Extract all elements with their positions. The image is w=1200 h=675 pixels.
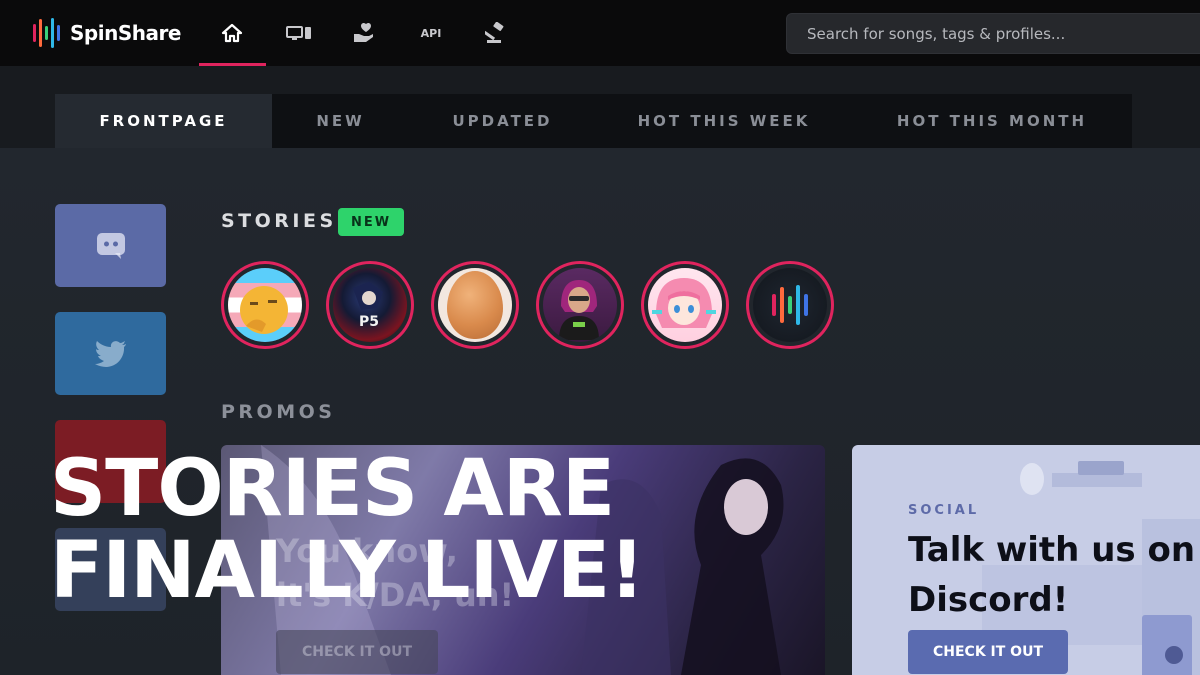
gavel-icon — [485, 22, 504, 43]
heart-hand-icon — [354, 22, 373, 42]
top-navbar: SpinShare API Search for songs, tags & p… — [0, 0, 1200, 66]
story-avatar[interactable] — [221, 261, 309, 349]
headline-overlay: STORIES ARE FINALLY LIVE! — [50, 448, 750, 612]
headline-line-2: FINALLY LIVE! — [50, 526, 645, 616]
promo-title: Talk with us on Discord! — [908, 530, 1196, 620]
devices-icon — [286, 26, 311, 40]
logo-mark-icon — [33, 18, 60, 48]
story-avatar[interactable] — [536, 261, 624, 349]
story-avatar-image — [438, 268, 512, 342]
twitter-icon — [94, 340, 126, 367]
story-avatar-image: P5 — [333, 268, 407, 342]
tab-hot-this-week[interactable]: HOT THIS WEEK — [596, 94, 852, 148]
thinking-face-icon — [240, 286, 288, 334]
new-badge: NEW — [338, 208, 404, 236]
logo-text: SpinShare — [70, 21, 181, 45]
promos-title: PROMOS — [221, 401, 336, 423]
story-avatar[interactable] — [746, 261, 834, 349]
story-avatar[interactable]: P5 — [326, 261, 414, 349]
nav-donate[interactable] — [346, 16, 382, 50]
nav-legal[interactable] — [479, 16, 515, 50]
story-avatar[interactable] — [431, 261, 519, 349]
promo-kicker: SOCIAL — [908, 503, 980, 518]
api-label: API — [420, 26, 442, 40]
discord-button[interactable] — [55, 204, 166, 287]
discord-icon — [96, 232, 125, 259]
avatar-character-icon — [559, 280, 599, 340]
story-avatar[interactable] — [641, 261, 729, 349]
story-avatar-image — [753, 268, 827, 342]
stories-title: STORIES — [221, 210, 337, 232]
promo-card-discord[interactable]: SOCIAL Talk with us on Discord! CHECK IT… — [852, 445, 1200, 675]
headline-line-1: STORIES ARE — [50, 444, 615, 534]
tab-bar: FRONTPAGE NEW UPDATED HOT THIS WEEK HOT … — [55, 94, 1132, 148]
nav-devices[interactable] — [281, 16, 317, 50]
egg-icon — [447, 271, 503, 339]
tab-new[interactable]: NEW — [272, 94, 409, 148]
nav-api[interactable]: API — [413, 16, 449, 50]
discord-check-it-out-button[interactable]: CHECK IT OUT — [908, 630, 1068, 674]
tab-frontpage[interactable]: FRONTPAGE — [55, 94, 272, 148]
search-placeholder: Search for songs, tags & profiles... — [807, 24, 1066, 43]
logo[interactable]: SpinShare — [32, 16, 181, 50]
anime-girl-icon — [652, 278, 716, 328]
story-avatar-image — [648, 268, 722, 342]
persona-art-icon: P5 — [353, 282, 383, 330]
story-avatar-image — [228, 268, 302, 342]
tab-updated[interactable]: UPDATED — [409, 94, 596, 148]
nav-home[interactable] — [214, 16, 250, 50]
twitter-button[interactable] — [55, 312, 166, 395]
story-avatar-image — [543, 268, 617, 342]
kda-check-it-out-button[interactable]: CHECK IT OUT — [276, 630, 438, 674]
home-icon — [221, 23, 243, 43]
tab-hot-this-month[interactable]: HOT THIS MONTH — [852, 94, 1132, 148]
search-input[interactable]: Search for songs, tags & profiles... — [786, 13, 1200, 54]
spinshare-logo-icon — [772, 285, 808, 325]
svg-text:P5: P5 — [359, 314, 379, 330]
